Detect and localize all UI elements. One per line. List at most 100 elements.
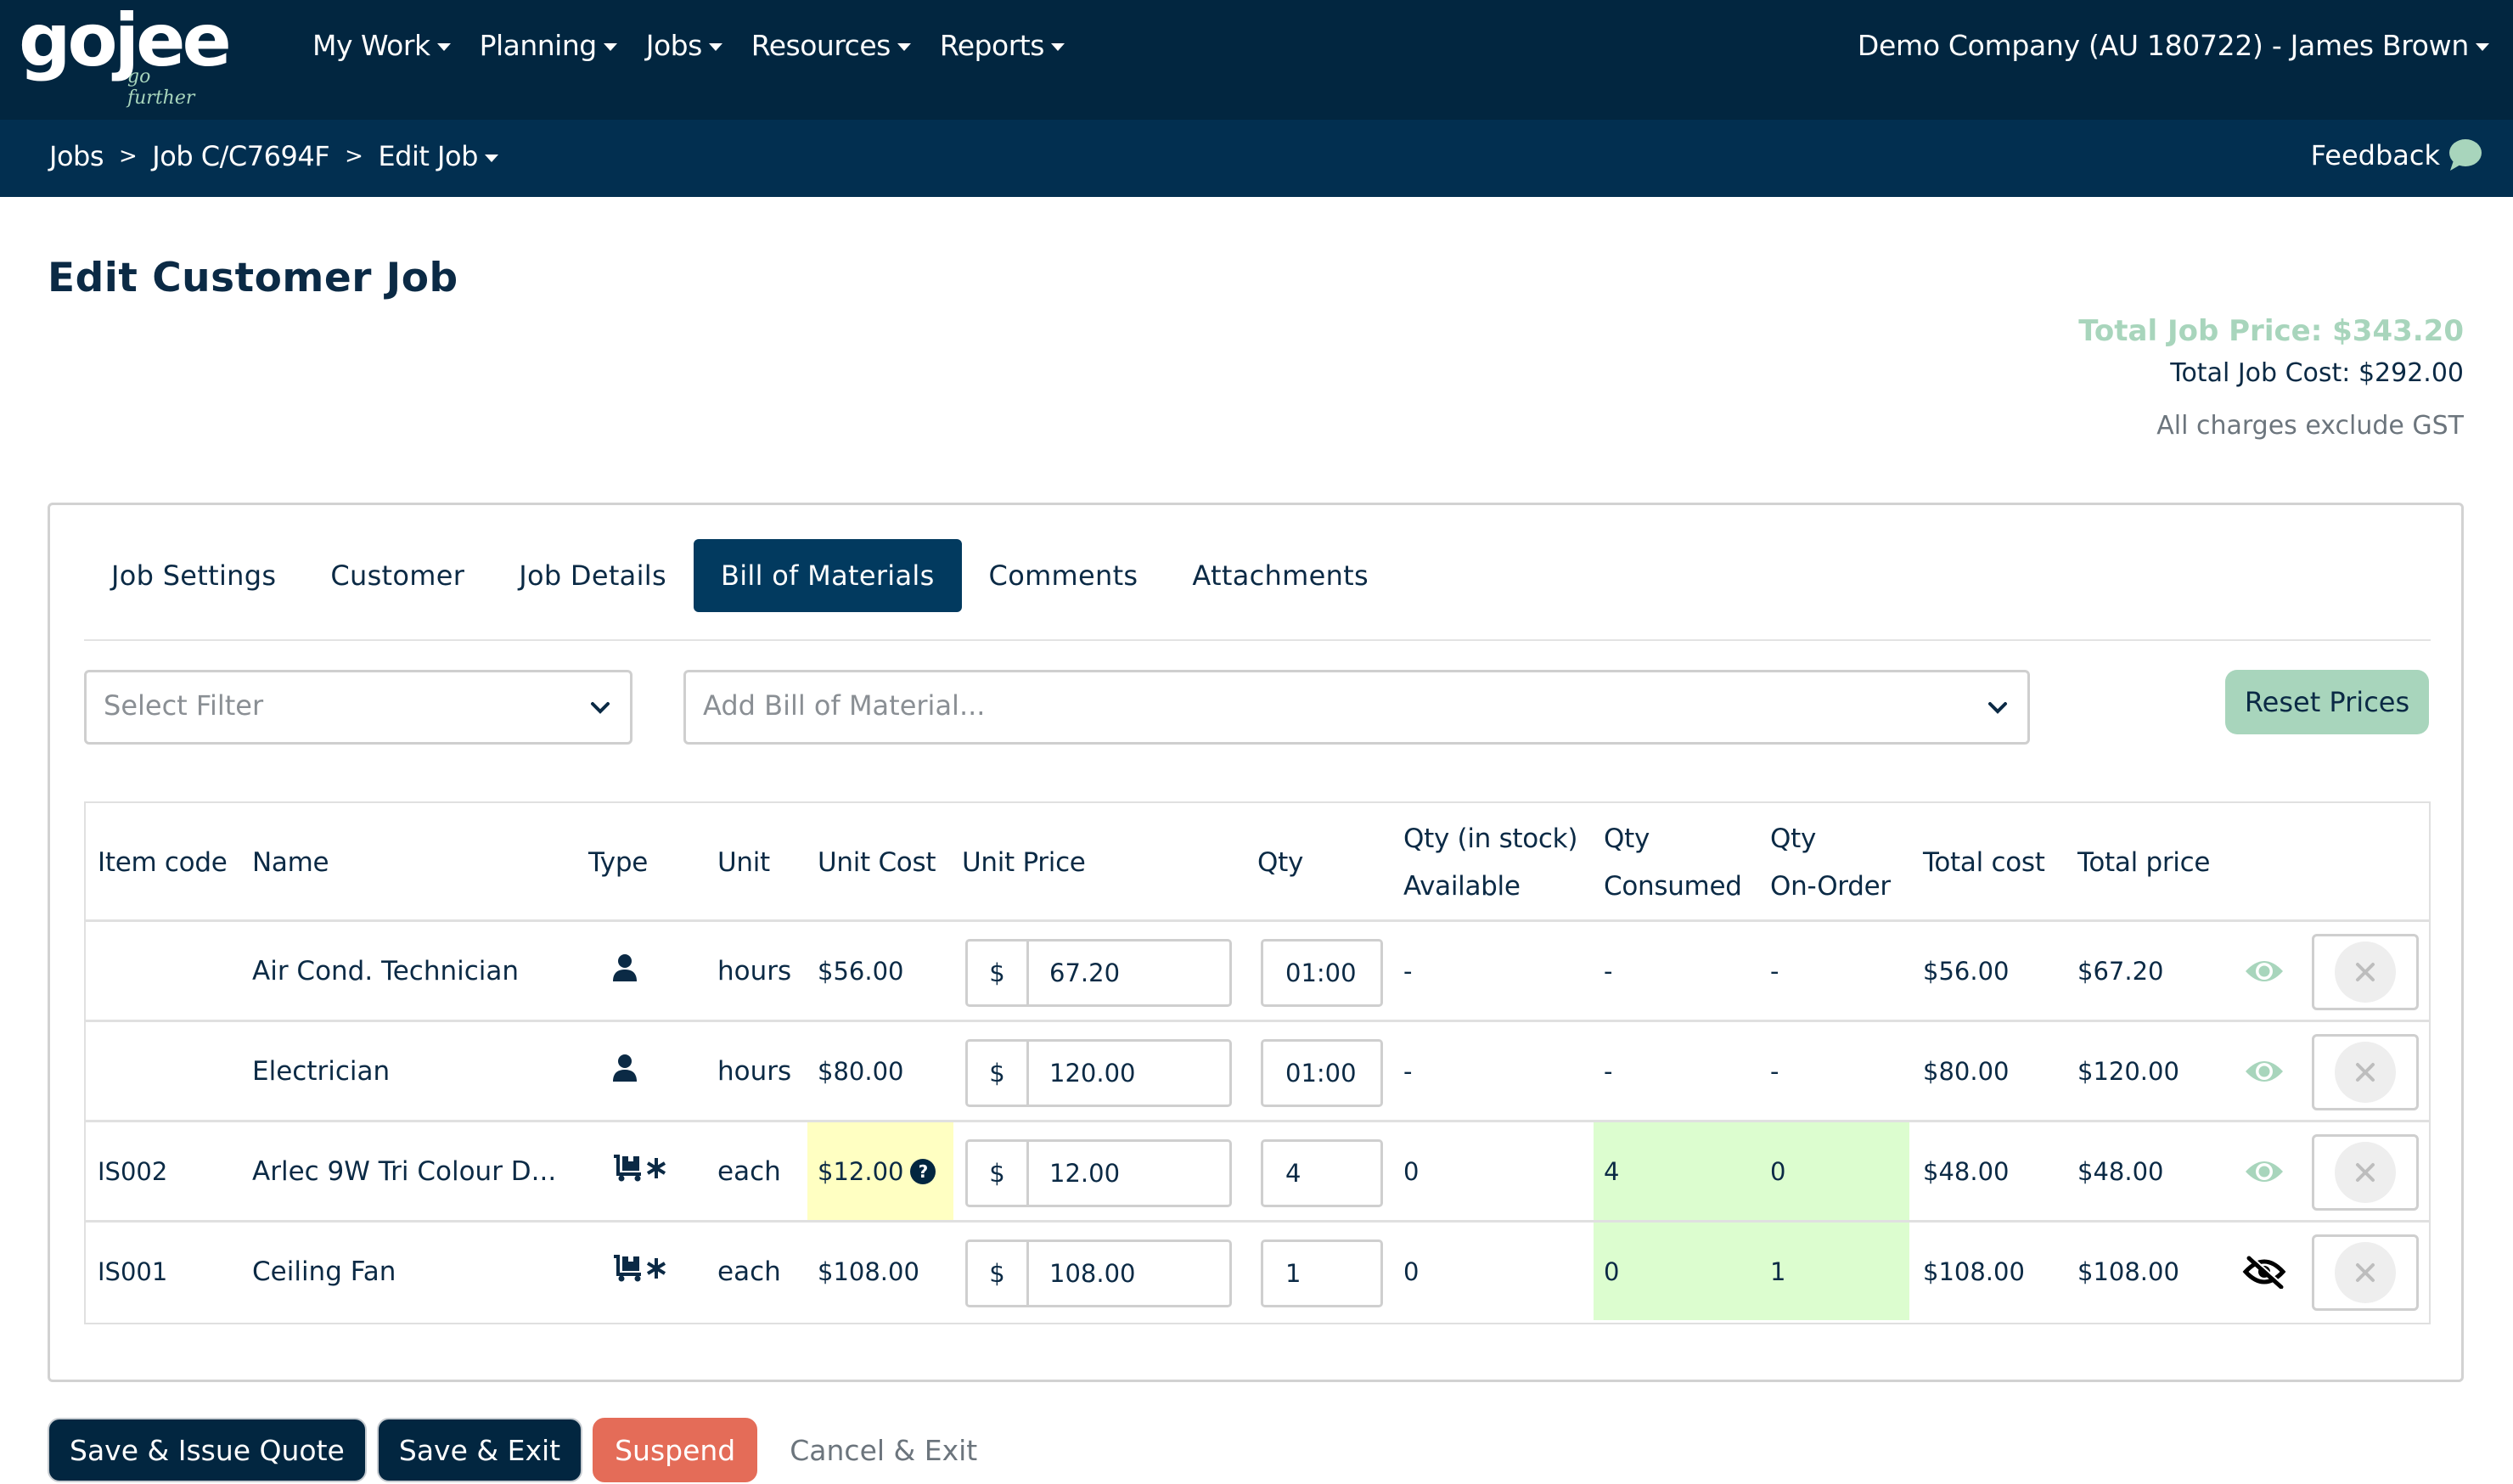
qty-input[interactable] xyxy=(1261,1039,1383,1107)
total-job-price: Total Job Price: $343.20 xyxy=(2078,314,2464,348)
menu-label: Jobs xyxy=(645,29,703,62)
unit-price-input-group: $ xyxy=(965,1039,1232,1107)
menu-planning[interactable]: Planning xyxy=(480,29,617,62)
table-body: Air Cond. Technician hours $56.00 $ - - … xyxy=(86,922,2429,1323)
qty-input[interactable] xyxy=(1261,939,1383,1007)
item-name[interactable]: Arlec 9W Tri Colour D... xyxy=(252,1156,556,1187)
table-row: Air Cond. Technician hours $56.00 $ - - … xyxy=(86,922,2429,1022)
speech-bubble-icon xyxy=(2449,139,2482,171)
eye-slash-icon xyxy=(2242,1256,2286,1289)
unit-price-input[interactable] xyxy=(1029,942,1224,1004)
reset-prices-button[interactable]: Reset Prices xyxy=(2225,670,2429,734)
qty-input[interactable] xyxy=(1261,1139,1383,1207)
remove-row-button[interactable] xyxy=(2312,1034,2419,1110)
caret-down-icon xyxy=(1050,43,1065,51)
save-exit-button[interactable]: Save & Exit xyxy=(376,1418,583,1482)
header-total-cost: Total cost xyxy=(1923,847,2045,878)
unit-price-input[interactable] xyxy=(1029,1242,1224,1305)
form-actions: Save & Issue Quote Save & Exit Suspend C… xyxy=(48,1418,1009,1482)
cell-name: Air Cond. Technician xyxy=(252,922,519,1020)
user-account-menu[interactable]: Demo Company (AU 180722) - James Brown xyxy=(1858,29,2489,62)
cell-stock-status: 0 1 xyxy=(1594,1223,1909,1320)
tab-customer[interactable]: Customer xyxy=(303,539,492,612)
menu-jobs[interactable]: Jobs xyxy=(646,29,722,62)
visibility-toggle[interactable] xyxy=(2240,1048,2288,1095)
unit: each xyxy=(717,1155,781,1187)
qty-consumed: - xyxy=(1604,1056,1613,1086)
remove-circle xyxy=(2335,1042,2396,1103)
item-name[interactable]: Electrician xyxy=(252,1056,390,1087)
menu-my-work[interactable]: My Work xyxy=(312,29,451,62)
remove-row-button[interactable] xyxy=(2312,934,2419,1010)
qty-input[interactable] xyxy=(1261,1239,1383,1307)
cell-type xyxy=(612,1022,638,1120)
cell-total-cost: $48.00 xyxy=(1923,1122,2009,1220)
add-bom-placeholder: Add Bill of Material... xyxy=(703,689,986,722)
remove-row-button[interactable] xyxy=(2312,1134,2419,1211)
save-issue-quote-button[interactable]: Save & Issue Quote xyxy=(48,1418,367,1482)
menu-resources[interactable]: Resources xyxy=(751,29,911,62)
qty-consumed: - xyxy=(1604,956,1613,986)
filter-select[interactable]: Select Filter xyxy=(84,670,632,745)
unit: hours xyxy=(717,1055,792,1087)
breadcrumb-jobs[interactable]: Jobs xyxy=(49,140,104,172)
cell-item-code: IS002 xyxy=(98,1122,167,1220)
header-unit: Unit xyxy=(717,847,770,878)
remove-row-button[interactable] xyxy=(2312,1234,2419,1311)
chevron-down-icon xyxy=(591,702,610,714)
currency-addon: $ xyxy=(968,942,1029,1004)
add-bom-select[interactable]: Add Bill of Material... xyxy=(683,670,2030,745)
suspend-button[interactable]: Suspend xyxy=(593,1418,758,1482)
logo-tagline: go further xyxy=(127,66,195,109)
cell-unit-cost: $56.00 xyxy=(807,922,953,1020)
visibility-toggle[interactable] xyxy=(2240,947,2288,995)
tab-attachments[interactable]: Attachments xyxy=(1165,539,1396,612)
feedback-link[interactable]: Feedback xyxy=(2311,138,2482,172)
item-code: IS002 xyxy=(98,1156,168,1186)
person-icon xyxy=(612,1054,638,1088)
stock-item-icon xyxy=(612,1254,670,1289)
menu-reports[interactable]: Reports xyxy=(940,29,1065,62)
tab-job-details[interactable]: Job Details xyxy=(492,539,694,612)
breadcrumb-separator: > xyxy=(345,143,363,169)
unit-price-input[interactable] xyxy=(1029,1142,1224,1205)
item-name[interactable]: Ceiling Fan xyxy=(252,1256,396,1287)
cell-qty-available: - xyxy=(1403,1022,1412,1120)
header-line: On-Order xyxy=(1770,871,1891,902)
bom-table: Item code Name Type Unit Unit Cost Unit … xyxy=(84,801,2431,1324)
close-icon xyxy=(2356,1163,2375,1182)
caret-down-icon xyxy=(708,43,722,51)
menu-label: Planning xyxy=(479,29,598,62)
tab-comments[interactable]: Comments xyxy=(962,539,1166,612)
table-header: Item code Name Type Unit Unit Cost Unit … xyxy=(86,803,2429,922)
cell-qty-available: - xyxy=(1403,922,1412,1020)
cell-total-price: $67.20 xyxy=(2077,922,2163,1020)
visibility-toggle[interactable] xyxy=(2240,1148,2288,1195)
question-circle-icon[interactable]: ? xyxy=(910,1158,936,1184)
qty-on-order: - xyxy=(1770,956,1779,986)
gst-note: All charges exclude GST xyxy=(2156,411,2464,441)
header-type: Type xyxy=(588,847,649,878)
chevron-down-icon xyxy=(1988,702,2007,714)
total-price: $67.20 xyxy=(2077,956,2164,986)
currency-addon: $ xyxy=(968,1242,1029,1305)
cancel-exit-button[interactable]: Cancel & Exit xyxy=(767,1418,999,1482)
cell-type xyxy=(612,922,638,1020)
header-qty-consumed: Qty Consumed xyxy=(1604,815,1742,910)
top-navbar: gojee go further My Work Planning Jobs R… xyxy=(0,0,2513,120)
filter-placeholder: Select Filter xyxy=(104,689,264,722)
visibility-toggle[interactable] xyxy=(2240,1248,2288,1296)
eye-icon xyxy=(2246,1161,2283,1182)
cell-unit: each xyxy=(717,1122,781,1220)
breadcrumb-job[interactable]: Job C/C7694F xyxy=(152,140,329,172)
item-name[interactable]: Air Cond. Technician xyxy=(252,956,519,987)
tab-bar: Job Settings Customer Job Details Bill o… xyxy=(84,539,1396,612)
gojee-logo[interactable]: gojee go further xyxy=(19,0,232,109)
tab-job-settings[interactable]: Job Settings xyxy=(84,539,303,612)
unit-price-input[interactable] xyxy=(1029,1042,1224,1105)
cell-total-price: $48.00 xyxy=(2077,1122,2163,1220)
tab-bill-of-materials[interactable]: Bill of Materials xyxy=(693,539,962,612)
breadcrumb-edit-job-dropdown[interactable]: Edit Job xyxy=(378,140,498,172)
unit: each xyxy=(717,1256,781,1287)
unit-cost: $80.00 xyxy=(818,1056,904,1086)
